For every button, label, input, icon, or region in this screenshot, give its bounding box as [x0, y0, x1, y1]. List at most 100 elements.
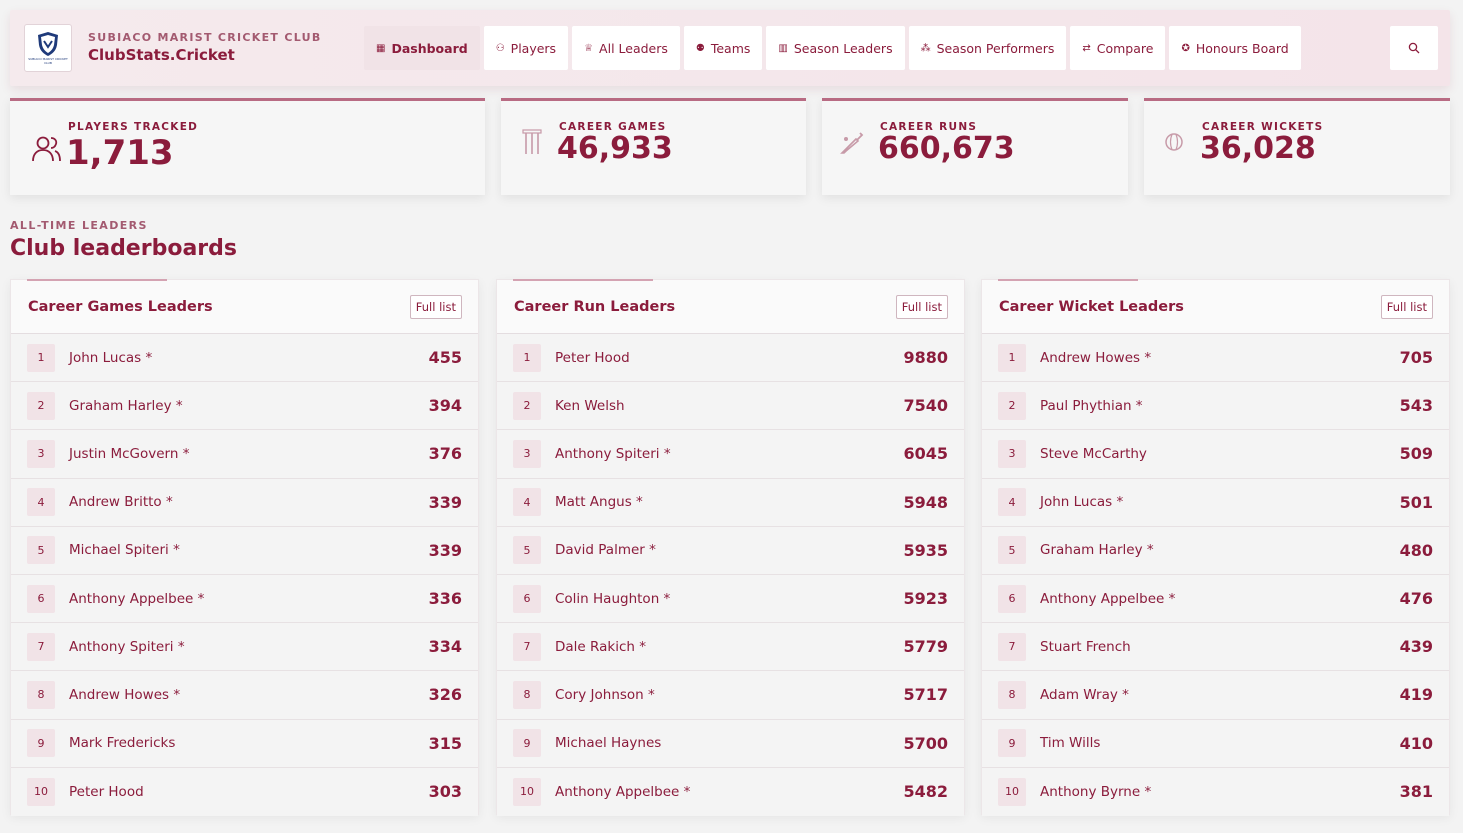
table-row[interactable]: 2 Graham Harley * 394 [11, 382, 478, 431]
club-logo[interactable]: SUBIACO MARIST CRICKET CLUB [24, 24, 72, 72]
rank-badge: 9 [998, 729, 1026, 758]
table-row[interactable]: 4 John Lucas * 501 [982, 478, 1449, 527]
table-row[interactable]: 9 Michael Haynes 5700 [497, 719, 964, 768]
player-name[interactable]: Cory Johnson * [555, 687, 903, 703]
table-row[interactable]: 5 Michael Spiteri * 339 [11, 526, 478, 575]
full-list-button[interactable]: Full list [895, 294, 948, 319]
bar-chart-icon: ▥ [778, 42, 788, 54]
player-value: 5700 [903, 733, 948, 753]
nav-dashboard[interactable]: ▦ Dashboard [364, 26, 480, 70]
rank-badge: 2 [513, 391, 541, 420]
nav-honours-board[interactable]: ✪ Honours Board [1169, 26, 1301, 70]
board-title: Career Games Leaders [28, 298, 213, 315]
table-row[interactable]: 3 Justin McGovern * 376 [11, 430, 478, 479]
table-row[interactable]: 1 John Lucas * 455 [11, 334, 478, 383]
player-name[interactable]: Justin McGovern * [69, 446, 429, 462]
player-value: 455 [428, 348, 462, 368]
table-row[interactable]: 7 Anthony Spiteri * 334 [11, 623, 478, 672]
player-name[interactable]: Dale Rakich * [555, 639, 903, 655]
player-name[interactable]: Mark Fredericks [69, 735, 429, 751]
rank-badge: 9 [513, 729, 541, 758]
table-row[interactable]: 9 Tim Wills 410 [982, 719, 1449, 768]
player-name[interactable]: Stuart French [1040, 639, 1400, 655]
player-name[interactable]: Adam Wray * [1040, 687, 1400, 703]
player-name[interactable]: Tim Wills [1040, 735, 1400, 751]
nav-season-leaders[interactable]: ▥ Season Leaders [766, 26, 905, 70]
rank-badge: 8 [513, 680, 541, 709]
table-row[interactable]: 10 Anthony Byrne * 381 [982, 767, 1449, 816]
player-value: 334 [428, 637, 462, 657]
nav-label: Honours Board [1195, 40, 1289, 56]
player-value: 381 [1399, 782, 1433, 802]
nav-compare[interactable]: ⇄ Compare [1070, 26, 1166, 70]
table-row[interactable]: 1 Andrew Howes * 705 [982, 334, 1449, 383]
table-row[interactable]: 6 Colin Haughton * 5923 [497, 574, 964, 624]
player-name[interactable]: Andrew Howes * [69, 687, 429, 703]
player-name[interactable]: Anthony Appelbee * [69, 591, 429, 607]
player-name[interactable]: Anthony Appelbee * [1040, 591, 1400, 607]
nav-players[interactable]: ⚇ Players [483, 26, 569, 70]
player-name[interactable]: Graham Harley * [69, 398, 429, 414]
player-value: 376 [428, 444, 462, 464]
player-name[interactable]: Paul Phythian * [1040, 398, 1400, 414]
table-row[interactable]: 5 Graham Harley * 480 [982, 526, 1449, 575]
player-name[interactable]: Peter Hood [69, 784, 429, 800]
player-name[interactable]: Colin Haughton * [555, 591, 903, 607]
nav-label: Dashboard [391, 40, 468, 56]
table-row[interactable]: 3 Steve McCarthy 509 [982, 430, 1449, 479]
brand-name[interactable]: ClubStats.Cricket [88, 46, 235, 64]
full-list-button[interactable]: Full list [409, 294, 462, 319]
nav-teams[interactable]: ⚉ Teams [683, 26, 763, 70]
table-row[interactable]: 7 Dale Rakich * 5779 [497, 623, 964, 672]
player-name[interactable]: Peter Hood [555, 350, 903, 366]
table-row[interactable]: 1 Peter Hood 9880 [497, 334, 964, 383]
board-career-runs: Career Run Leaders Full list 1 Peter Hood… [496, 279, 965, 816]
player-name[interactable]: Anthony Spiteri * [555, 446, 903, 462]
leaderboard-rows: 1 Peter Hood 9880 2 Ken Welsh 7540 3 Anthony Sp… [497, 334, 964, 816]
player-value: 303 [428, 782, 462, 802]
top-navigation-bar: SUBIACO MARIST CRICKET CLUB SUBIACO MARI… [10, 10, 1450, 86]
rank-badge: 7 [998, 632, 1026, 661]
player-name[interactable]: Anthony Byrne * [1040, 784, 1400, 800]
table-row[interactable]: 4 Andrew Britto * 339 [11, 478, 478, 527]
table-row[interactable]: 10 Peter Hood 303 [11, 767, 478, 816]
player-name[interactable]: Michael Haynes [555, 735, 903, 751]
player-name[interactable]: Andrew Britto * [69, 494, 429, 510]
nav-season-performers[interactable]: ⁂ Season Performers [908, 26, 1067, 70]
table-row[interactable]: 9 Mark Fredericks 315 [11, 719, 478, 768]
table-row[interactable]: 6 Anthony Appelbee * 476 [982, 574, 1449, 624]
table-row[interactable]: 8 Cory Johnson * 5717 [497, 671, 964, 720]
table-row[interactable]: 10 Anthony Appelbee * 5482 [497, 767, 964, 816]
table-row[interactable]: 4 Matt Angus * 5948 [497, 478, 964, 527]
search-button[interactable] [1390, 26, 1438, 70]
table-row[interactable]: 2 Ken Welsh 7540 [497, 382, 964, 431]
player-value: 339 [428, 492, 462, 512]
table-row[interactable]: 6 Anthony Appelbee * 336 [11, 574, 478, 624]
player-name[interactable]: Ken Welsh [555, 398, 903, 414]
board-career-games: Career Games Leaders Full list 1 John Luc… [10, 279, 479, 816]
full-list-button[interactable]: Full list [1380, 294, 1433, 319]
player-name[interactable]: John Lucas * [1040, 494, 1400, 510]
rank-badge: 3 [513, 439, 541, 468]
rank-badge: 6 [513, 584, 541, 613]
table-row[interactable]: 8 Adam Wray * 419 [982, 671, 1449, 720]
table-row[interactable]: 7 Stuart French 439 [982, 623, 1449, 672]
nav-all-leaders[interactable]: ♕ All Leaders [572, 26, 680, 70]
player-name[interactable]: Matt Angus * [555, 494, 903, 510]
player-value: 326 [428, 685, 462, 705]
player-name[interactable]: John Lucas * [69, 350, 429, 366]
player-name[interactable]: Michael Spiteri * [69, 542, 429, 558]
player-name[interactable]: Anthony Appelbee * [555, 784, 903, 800]
leaderboard-rows: 1 Andrew Howes * 705 2 Paul Phythian * 543 3 St… [982, 334, 1449, 816]
player-name[interactable]: Andrew Howes * [1040, 350, 1400, 366]
table-row[interactable]: 2 Paul Phythian * 543 [982, 382, 1449, 431]
rank-badge: 4 [998, 488, 1026, 517]
player-name[interactable]: Graham Harley * [1040, 542, 1400, 558]
table-row[interactable]: 8 Andrew Howes * 326 [11, 671, 478, 720]
stat-value: 36,028 [1200, 131, 1316, 166]
player-name[interactable]: Steve McCarthy [1040, 446, 1400, 462]
table-row[interactable]: 3 Anthony Spiteri * 6045 [497, 430, 964, 479]
table-row[interactable]: 5 David Palmer * 5935 [497, 526, 964, 575]
player-name[interactable]: David Palmer * [555, 542, 903, 558]
player-name[interactable]: Anthony Spiteri * [69, 639, 429, 655]
